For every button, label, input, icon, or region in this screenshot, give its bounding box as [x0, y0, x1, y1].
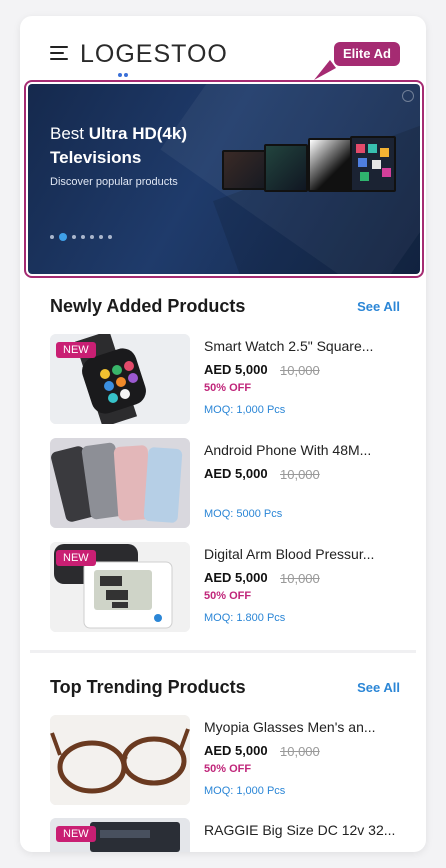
- product-card[interactable]: Myopia Glasses Men's an... AED 5,000 10,…: [50, 715, 402, 807]
- product-discount: 50% OFF: [204, 590, 252, 602]
- pagination-dot[interactable]: [99, 234, 103, 239]
- new-badge: NEW: [56, 550, 96, 566]
- product-name: Digital Arm Blood Pressur...: [204, 546, 375, 562]
- product-old-price: 10,000: [280, 467, 320, 482]
- newly-added-header: Newly Added Products See All: [50, 296, 400, 320]
- banner-title-line2: Televisions: [50, 148, 142, 167]
- banner-pagination[interactable]: [50, 228, 117, 246]
- pagination-dot[interactable]: [50, 234, 54, 239]
- product-price: AED 5,000: [204, 743, 268, 758]
- device-image: NEW: [50, 818, 190, 852]
- product-moq: MOQ: 1,000 Pcs: [204, 404, 286, 416]
- product-old-price: 10,000: [280, 571, 320, 586]
- banner-title: Best Ultra HD(4k) Televisions: [50, 122, 240, 170]
- product-price: AED 5,000: [204, 362, 268, 377]
- see-all-newly-added-link[interactable]: See All: [357, 299, 400, 314]
- banner-title-prefix: Best: [50, 124, 89, 143]
- product-price: AED 5,000: [204, 570, 268, 585]
- elite-ad-tag: Elite Ad: [334, 42, 400, 66]
- section-title: Top Trending Products: [50, 677, 246, 697]
- section-divider: [30, 650, 416, 653]
- top-trending-header: Top Trending Products See All: [50, 677, 400, 701]
- new-badge: NEW: [56, 342, 96, 358]
- product-moq: MOQ: 5000 Pcs: [204, 508, 283, 520]
- product-name: Myopia Glasses Men's an...: [204, 719, 376, 735]
- elite-ad-frame: Best Ultra HD(4k) Televisions Discover p…: [24, 80, 424, 278]
- glasses-image: [50, 715, 190, 805]
- pagination-dot[interactable]: [81, 234, 85, 239]
- product-card[interactable]: NEW Smart Watch 2.5" Square... AED 5,000…: [50, 334, 402, 426]
- banner-title-highlight: Ultra HD(4k): [88, 124, 187, 143]
- section-title: Newly Added Products: [50, 296, 246, 316]
- banner-corner-icon: [402, 90, 414, 102]
- tv-products-image: [222, 136, 402, 210]
- phones-image: [50, 438, 190, 528]
- product-price: AED 5,000: [204, 466, 268, 481]
- hero-banner[interactable]: Best Ultra HD(4k) Televisions Discover p…: [28, 84, 420, 274]
- product-card[interactable]: NEW Digital Arm Blood Pressur... AED 5,0…: [50, 542, 402, 634]
- pagination-dot-active[interactable]: [59, 232, 67, 241]
- banner-subtitle: Discover popular products: [50, 176, 178, 188]
- product-discount: 50% OFF: [204, 382, 252, 394]
- product-name: Smart Watch 2.5" Square...: [204, 338, 374, 354]
- pagination-dot[interactable]: [90, 234, 94, 239]
- product-name: Android Phone With 48M...: [204, 442, 372, 458]
- pagination-dot[interactable]: [72, 234, 76, 239]
- product-old-price: 10,000: [280, 744, 320, 759]
- app-screen: LOGESTOO Elite Ad Best Ultra HD(4k) Tele…: [20, 16, 426, 852]
- product-name: RAGGIE Big Size DC 12v 32...: [204, 822, 396, 838]
- app-header: LOGESTOO Elite Ad: [20, 16, 426, 88]
- product-moq: MOQ: 1.800 Pcs: [204, 612, 286, 624]
- smartwatch-image: NEW: [50, 334, 190, 424]
- product-card[interactable]: Android Phone With 48M... AED 5,000 10,0…: [50, 438, 402, 530]
- product-old-price: 10,000: [280, 363, 320, 378]
- product-card[interactable]: NEW RAGGIE Big Size DC 12v 32...: [50, 818, 402, 852]
- pagination-dot[interactable]: [108, 234, 112, 239]
- product-moq: MOQ: 1,000 Pcs: [204, 785, 286, 797]
- see-all-trending-link[interactable]: See All: [357, 680, 400, 695]
- product-discount: 50% OFF: [204, 763, 252, 775]
- hamburger-menu-icon[interactable]: [50, 46, 70, 62]
- app-logo[interactable]: LOGESTOO: [80, 40, 228, 69]
- blood-pressure-monitor-image: NEW: [50, 542, 190, 632]
- new-badge: NEW: [56, 826, 96, 842]
